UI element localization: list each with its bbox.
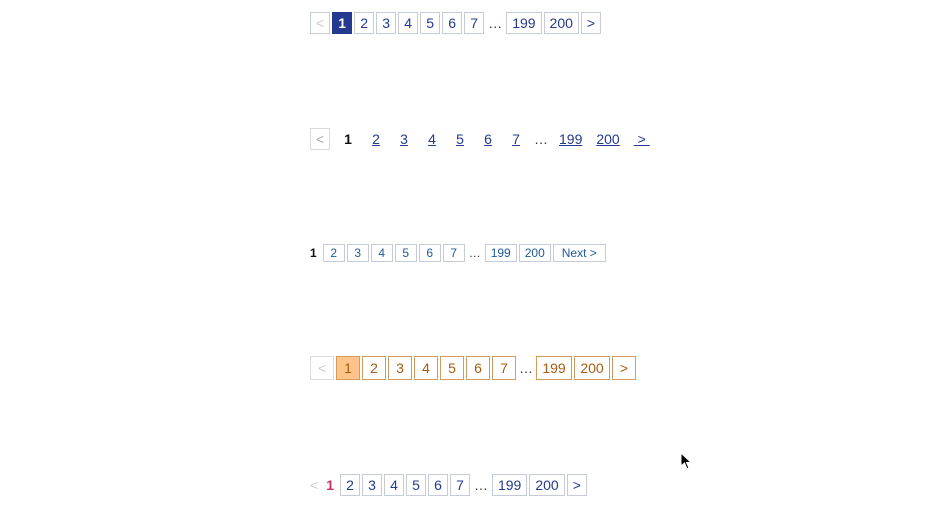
page-link[interactable]: 5 xyxy=(450,128,470,150)
page-link[interactable]: 3 xyxy=(376,12,396,34)
page-link[interactable]: 3 xyxy=(347,244,369,262)
next-button[interactable]: > xyxy=(612,356,636,380)
prev-button: < xyxy=(310,128,330,150)
page-link[interactable]: 4 xyxy=(422,128,442,150)
prev-button: < xyxy=(310,356,334,380)
page-link[interactable]: 200 xyxy=(519,244,551,262)
page-current: 1 xyxy=(326,477,334,493)
next-button[interactable]: > xyxy=(631,128,653,150)
page-link[interactable]: 7 xyxy=(464,12,484,34)
page-link[interactable]: 2 xyxy=(340,474,360,496)
page-link[interactable]: 2 xyxy=(323,244,345,262)
page-link[interactable]: 2 xyxy=(366,128,386,150)
page-link[interactable]: 6 xyxy=(466,356,490,380)
page-link[interactable]: 7 xyxy=(443,244,465,262)
page-link[interactable]: 3 xyxy=(362,474,382,496)
prev-button: < xyxy=(310,477,318,493)
ellipsis: … xyxy=(472,477,490,493)
ellipsis: … xyxy=(518,360,534,376)
pagination-style-4: < 1 2 3 4 5 6 7 … 199 200 > xyxy=(310,356,936,380)
page-current: 1 xyxy=(310,246,317,260)
page-link[interactable]: 200 xyxy=(529,474,564,496)
page-link[interactable]: 4 xyxy=(414,356,438,380)
page-current: 1 xyxy=(338,128,358,150)
prev-button: < xyxy=(310,12,330,34)
page-link[interactable]: 199 xyxy=(536,356,572,380)
page-link[interactable]: 7 xyxy=(450,474,470,496)
page-link[interactable]: 199 xyxy=(485,244,517,262)
pagination-style-3: 1 2 3 4 5 6 7 … 199 200 Next > xyxy=(310,244,936,262)
page-link[interactable]: 5 xyxy=(406,474,426,496)
pagination-style-2: < 1 2 3 4 5 6 7 … 199 200 > xyxy=(310,128,936,150)
page-link[interactable]: 7 xyxy=(492,356,516,380)
page-link[interactable]: 5 xyxy=(440,356,464,380)
page-link[interactable]: 6 xyxy=(428,474,448,496)
next-button[interactable]: Next > xyxy=(553,244,606,262)
page-link[interactable]: 4 xyxy=(384,474,404,496)
page-link[interactable]: 3 xyxy=(394,128,414,150)
page-link[interactable]: 6 xyxy=(478,128,498,150)
page-link[interactable]: 2 xyxy=(354,12,374,34)
page-link[interactable]: 200 xyxy=(544,12,579,34)
page-link[interactable]: 3 xyxy=(388,356,412,380)
page-link[interactable]: 5 xyxy=(420,12,440,34)
next-button[interactable]: > xyxy=(567,474,587,496)
page-link[interactable]: 7 xyxy=(506,128,526,150)
page-link[interactable]: 2 xyxy=(362,356,386,380)
page-link[interactable]: 200 xyxy=(593,128,622,150)
page-link[interactable]: 4 xyxy=(371,244,393,262)
ellipsis: … xyxy=(467,246,483,260)
page-link[interactable]: 199 xyxy=(492,474,527,496)
pagination-style-5: < 1 2 3 4 5 6 7 … 199 200 > xyxy=(310,474,936,496)
page-current: 1 xyxy=(332,12,352,34)
ellipsis: … xyxy=(534,131,548,147)
ellipsis: … xyxy=(486,15,504,31)
page-link[interactable]: 4 xyxy=(398,12,418,34)
page-link[interactable]: 6 xyxy=(442,12,462,34)
pagination-style-1: < 1 2 3 4 5 6 7 … 199 200 > xyxy=(310,12,936,34)
page-link[interactable]: 200 xyxy=(574,356,610,380)
page-link[interactable]: 199 xyxy=(506,12,541,34)
page-link[interactable]: 5 xyxy=(395,244,417,262)
page-current: 1 xyxy=(336,356,360,380)
next-button[interactable]: > xyxy=(581,12,601,34)
page-link[interactable]: 6 xyxy=(419,244,441,262)
page-link[interactable]: 199 xyxy=(556,128,585,150)
